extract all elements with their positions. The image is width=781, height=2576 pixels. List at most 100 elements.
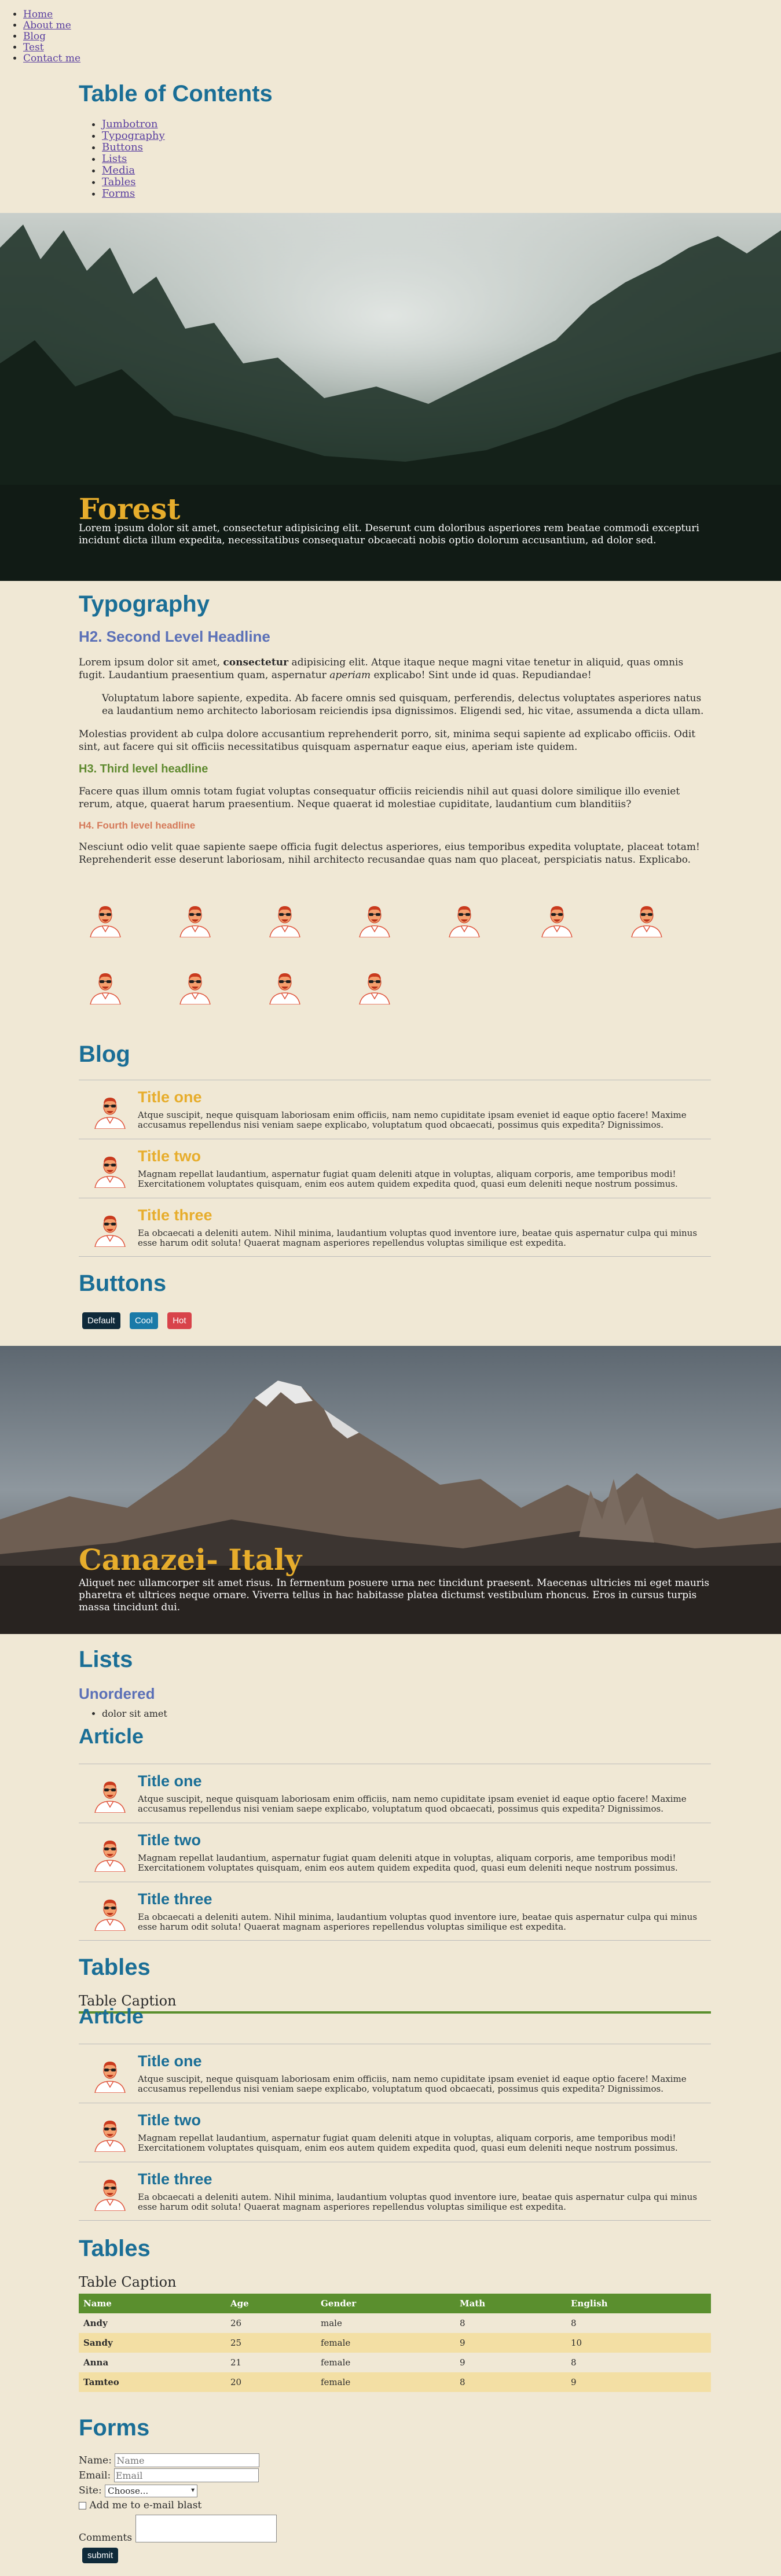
article-item: Title three Ea obcaecati a deleniti aute… bbox=[79, 2162, 711, 2221]
students-table: Name Age Gender Math English Andy 26 mal… bbox=[79, 2294, 711, 2392]
toc-link-lists[interactable]: Lists bbox=[102, 153, 127, 165]
article-item: Title one Atque suscipit, neque quisquam… bbox=[79, 2044, 711, 2103]
avatar-image bbox=[356, 967, 393, 1004]
article-description: Ea obcaecati a deleniti autem. Nihil min… bbox=[138, 1912, 698, 1932]
nav-link-blog[interactable]: Blog bbox=[23, 31, 46, 42]
avatar-image bbox=[87, 967, 124, 1004]
table-cell: male bbox=[316, 2313, 455, 2333]
name-input[interactable] bbox=[115, 2453, 260, 2467]
table-cell: 9 bbox=[455, 2353, 566, 2372]
email-row: Email: bbox=[79, 2468, 259, 2482]
email-blast-checkbox[interactable] bbox=[79, 2502, 86, 2509]
cool-button[interactable]: Cool bbox=[129, 1312, 158, 1329]
forms-title: Forms bbox=[79, 2415, 150, 2441]
nav-link-about[interactable]: About me bbox=[23, 20, 71, 31]
name-row: Name: bbox=[79, 2453, 260, 2467]
article-avatar bbox=[91, 1894, 129, 1931]
avatar-image bbox=[628, 900, 665, 937]
article-description: Magnam repellat laudantium, aspernatur f… bbox=[138, 2133, 678, 2153]
table-cell: Andy bbox=[79, 2313, 226, 2333]
table-cell: 21 bbox=[226, 2353, 316, 2372]
unordered-heading: Unordered bbox=[79, 1685, 155, 1702]
nav-blog: Blog bbox=[23, 31, 80, 42]
h4-headline: H4. Fourth level headline bbox=[79, 820, 196, 831]
toc-link-jumbotron[interactable]: Jumbotron bbox=[102, 118, 158, 130]
p1-text: Lorem ipsum dolor sit amet, bbox=[79, 657, 223, 668]
nav-test: Test bbox=[23, 42, 80, 53]
blockquote: Voluptatum labore sapiente, expedita. Ab… bbox=[102, 693, 704, 717]
table-cell: 8 bbox=[455, 2372, 566, 2392]
toc-title: Table of Contents bbox=[79, 81, 273, 106]
article-item: Title two Magnam repellat laudantium, as… bbox=[79, 2103, 711, 2162]
email-label: Email: bbox=[79, 2470, 111, 2482]
site-row: Site: Choose... ▾ bbox=[79, 2485, 198, 2497]
article-description: Magnam repellat laudantium, aspernatur f… bbox=[138, 1853, 678, 1873]
article-avatar bbox=[91, 1092, 129, 1129]
table-cell: 10 bbox=[566, 2333, 711, 2353]
table-of-contents: Table of Contents Jumbotron Typography B… bbox=[79, 81, 273, 200]
article-title[interactable]: Title one bbox=[138, 2052, 202, 2070]
checkbox-label: Add me to e-mail blast bbox=[89, 2500, 202, 2511]
table-cell: 8 bbox=[566, 2353, 711, 2372]
toc-item: Buttons bbox=[102, 142, 273, 153]
table-caption: Table Caption bbox=[79, 2274, 177, 2290]
email-input[interactable] bbox=[113, 2468, 259, 2482]
tables-title: Tables bbox=[79, 1955, 151, 1980]
typography-paragraph-4: Nesciunt odio velit quae sapiente saepe … bbox=[79, 841, 700, 866]
article-avatar bbox=[91, 1835, 129, 1872]
submit-button[interactable]: submit bbox=[82, 2548, 119, 2563]
toc-list: Jumbotron Typography Buttons Lists Media… bbox=[79, 119, 273, 200]
default-button[interactable]: Default bbox=[82, 1312, 120, 1329]
article-title[interactable]: Title three bbox=[138, 1890, 212, 1908]
toc-link-buttons[interactable]: Buttons bbox=[102, 141, 143, 153]
article-title[interactable]: Title two bbox=[138, 1147, 201, 1165]
toc-link-forms[interactable]: Forms bbox=[102, 187, 135, 200]
table-cell: 8 bbox=[455, 2313, 566, 2333]
comments-textarea[interactable] bbox=[135, 2515, 277, 2542]
site-select[interactable]: Choose... ▾ bbox=[105, 2485, 198, 2497]
article-title[interactable]: Title one bbox=[138, 1088, 202, 1106]
column-header: Gender bbox=[316, 2294, 455, 2313]
toc-link-typography[interactable]: Typography bbox=[102, 130, 165, 142]
article-avatar bbox=[91, 1210, 129, 1247]
article-title[interactable]: Title three bbox=[138, 2170, 212, 2188]
forest-title: Forest bbox=[79, 492, 181, 526]
article-description: Magnam repellat laudantium, aspernatur f… bbox=[138, 1169, 678, 1189]
table-row: Anna 21 female 9 8 bbox=[79, 2353, 711, 2372]
table-cell: female bbox=[316, 2372, 455, 2392]
nav-link-home[interactable]: Home bbox=[23, 9, 53, 20]
article-description: Atque suscipit, neque quisquam laboriosa… bbox=[138, 1110, 687, 1130]
toc-link-media[interactable]: Media bbox=[102, 164, 135, 176]
h2-headline: H2. Second Level Headline bbox=[79, 628, 270, 645]
article-title[interactable]: Title two bbox=[138, 2111, 201, 2129]
article-avatar bbox=[91, 1151, 129, 1188]
toc-item: Typography bbox=[102, 130, 273, 142]
tables-title: Tables bbox=[79, 2236, 151, 2261]
nav-link-contact[interactable]: Contact me bbox=[23, 53, 80, 64]
blog-title: Blog bbox=[79, 1042, 130, 1067]
article-title[interactable]: Title three bbox=[138, 1206, 212, 1224]
table-row: Andy 26 male 8 8 bbox=[79, 2313, 711, 2333]
table-cell: 20 bbox=[226, 2372, 316, 2392]
button-row: Default Cool Hot bbox=[82, 1312, 198, 1329]
article-title[interactable]: Title one bbox=[138, 1772, 202, 1790]
article-avatar bbox=[91, 1776, 129, 1813]
table-cell: 26 bbox=[226, 2313, 316, 2333]
article-overlap-heading: Article bbox=[79, 1724, 144, 1748]
table-row: Sandy 25 female 9 10 bbox=[79, 2333, 711, 2353]
article-title[interactable]: Title two bbox=[138, 1831, 201, 1849]
article-description: Ea obcaecati a deleniti autem. Nihil min… bbox=[138, 2192, 698, 2212]
typography-paragraph-3: Facere quas illum omnis totam fugiat vol… bbox=[79, 786, 680, 810]
nav-link-test[interactable]: Test bbox=[23, 42, 44, 53]
avatar-image bbox=[446, 900, 483, 937]
typography-paragraph-2: Molestias provident ab culpa dolore accu… bbox=[79, 728, 696, 753]
table-row: Tamteo 20 female 8 9 bbox=[79, 2372, 711, 2392]
toc-link-tables[interactable]: Tables bbox=[102, 176, 136, 188]
typography-section: Typography H2. Second Level Headline Lor… bbox=[79, 591, 711, 866]
canazei-text: Aliquet nec ullamcorper sit amet risus. … bbox=[79, 1577, 710, 1613]
article-description: Atque suscipit, neque quisquam laboriosa… bbox=[138, 2074, 687, 2094]
forest-text: Lorem ipsum dolor sit amet, consectetur … bbox=[79, 522, 699, 546]
typography-paragraph-1: Lorem ipsum dolor sit amet, consectetur … bbox=[79, 656, 711, 682]
hot-button[interactable]: Hot bbox=[167, 1312, 192, 1329]
table-cell: 8 bbox=[566, 2313, 711, 2333]
